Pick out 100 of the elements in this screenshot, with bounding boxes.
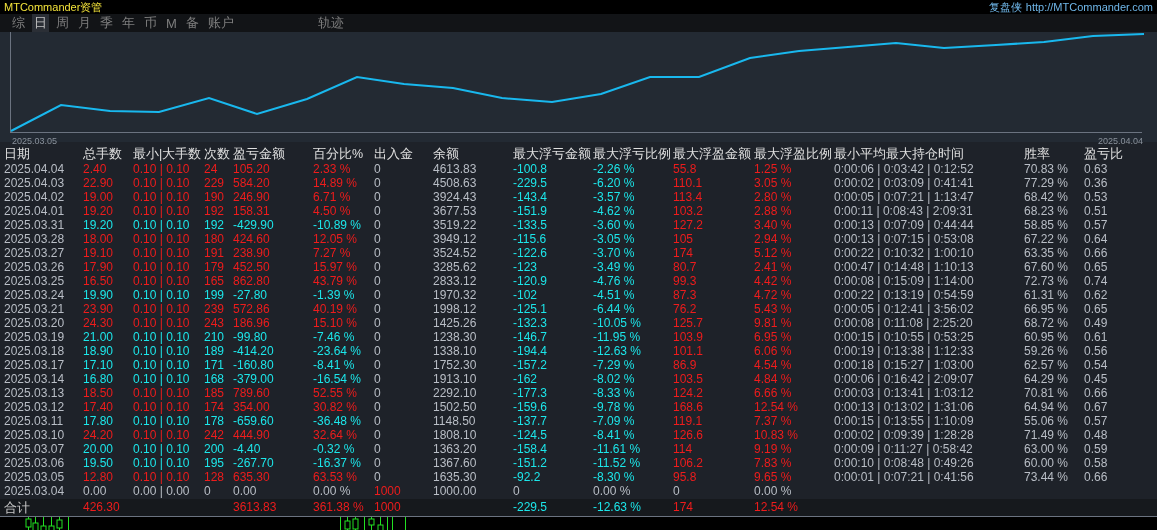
table-cell-text: 0.10 | 0.10 — [133, 260, 191, 274]
table-cell-text: 0.10 | 0.10 — [133, 274, 191, 288]
column-header: 次数 — [204, 146, 231, 162]
table-cell-text: 63.00 % — [1024, 442, 1070, 456]
website-link[interactable]: http://MTCommander.com — [1025, 0, 1153, 14]
period-tab[interactable]: 月 — [76, 14, 93, 32]
table-cell-text: 0.56 — [1084, 344, 1109, 358]
table-cell-text: -10.05 % — [593, 316, 643, 330]
table-cell-text: 0.10 | 0.10 — [133, 162, 191, 176]
period-tab[interactable]: 备 — [183, 14, 201, 32]
table-cell-text: 2.80 % — [754, 190, 793, 204]
table-cell-text: 2.41 % — [754, 260, 793, 274]
table-cell-text: 59.26 % — [1024, 344, 1070, 358]
table-cell-text: 179 — [204, 260, 226, 274]
table-cell-text: 0.00 % — [593, 484, 632, 498]
table-cell-text: 1635.30 — [433, 470, 478, 484]
table-cell-text: 0.10 | 0.10 — [133, 190, 191, 204]
table-cell-text: 0.10 | 0.10 — [133, 428, 191, 442]
table-cell-text: 106.2 — [673, 456, 705, 470]
table-cell-text: 4.54 % — [754, 358, 793, 372]
table-cell-text: 2025.04.04 — [4, 162, 66, 176]
table-cell-text: 101.1 — [673, 344, 705, 358]
table-cell-text: -3.60 % — [593, 218, 636, 232]
table-cell-text: 3519.22 — [433, 218, 478, 232]
table-cell-text: -157.2 — [513, 358, 549, 372]
table-cell-text: 67.22 % — [1024, 232, 1070, 246]
table-cell-text: 15.97 % — [313, 260, 359, 274]
column-header: 最大浮亏金额 — [513, 146, 592, 162]
table-cell-text: -6.44 % — [593, 302, 636, 316]
axis-end-date: 2025.04.04 — [1097, 136, 1143, 146]
table-cell-text: 99.3 — [673, 274, 698, 288]
table-cell-text: 61.31 % — [1024, 288, 1070, 302]
table-cell-text: 6.66 % — [754, 386, 793, 400]
table-cell-text: 0.10 | 0.10 — [133, 288, 191, 302]
table-cell-text: 1998.12 — [433, 302, 478, 316]
table-cell-text: -137.7 — [513, 414, 549, 428]
table-cell-text: 0.10 | 0.10 — [133, 456, 191, 470]
table-cell-text: -414.20 — [233, 344, 275, 358]
period-tab[interactable]: M — [164, 15, 179, 31]
table-cell-text: 19.50 — [83, 456, 115, 470]
table-cell-text: 3285.62 — [433, 260, 478, 274]
table-cell-text: 0.10 | 0.10 — [133, 358, 191, 372]
table-cell-text: -10.89 % — [313, 218, 363, 232]
table-cell-text: 0 — [374, 428, 382, 442]
table-cell-text: -6.20 % — [593, 176, 636, 190]
table-cell-text: 77.29 % — [1024, 176, 1070, 190]
table-cell-text: 62.57 % — [1024, 358, 1070, 372]
period-tab[interactable]: 年 — [120, 14, 137, 32]
table-cell-text: 635.30 — [233, 470, 271, 484]
table-cell-text: 0:00:11 | 0:08:43 | 2:09:31 — [834, 204, 974, 218]
table-cell-text: 2025.04.02 — [4, 190, 66, 204]
column-header: 百分比% — [313, 146, 365, 162]
table-cell-text: 0 — [374, 414, 382, 428]
table-cell-text: 4.72 % — [754, 288, 793, 302]
column-header: 总手数 — [83, 146, 123, 162]
table-cell-text: 0.10 | 0.10 — [133, 470, 191, 484]
table-cell-text: 58.85 % — [1024, 218, 1070, 232]
table-cell-text: 0.59 — [1084, 442, 1109, 456]
table-cell-text: 1970.32 — [433, 288, 478, 302]
table-cell-text: 3924.43 — [433, 190, 478, 204]
period-tab[interactable]: 季 — [98, 14, 115, 32]
table-cell-text: 67.60 % — [1024, 260, 1070, 274]
period-tab[interactable]: 日 — [32, 14, 49, 32]
table-cell-text: -194.4 — [513, 344, 549, 358]
table-cell-text: 60.00 % — [1024, 456, 1070, 470]
table-cell-text: 17.10 — [83, 358, 115, 372]
table-cell-text: 191 — [204, 246, 226, 260]
table-cell-text: -120.9 — [513, 274, 549, 288]
table-cell-text: 0.63 — [1084, 162, 1109, 176]
period-tab[interactable]: 周 — [54, 14, 71, 32]
table-cell-text: 72.73 % — [1024, 274, 1070, 288]
period-tab[interactable]: 综 — [10, 14, 27, 32]
table-cell-text: 64.94 % — [1024, 400, 1070, 414]
table-cell-text: 18.00 — [83, 232, 115, 246]
table-cell-text: -12.63 % — [593, 499, 643, 516]
table-cell-text: 361.38 % — [313, 499, 365, 516]
table-cell-text: 0.10 | 0.10 — [133, 218, 191, 232]
table-cell-text: 0.10 | 0.10 — [133, 330, 191, 344]
table-cell-text: 6.06 % — [754, 344, 793, 358]
table-cell-text: 444.90 — [233, 428, 271, 442]
table-cell-text: 0:00:08 | 0:11:08 | 2:25:20 — [834, 316, 974, 330]
table-cell-text: 6.71 % — [313, 190, 352, 204]
table-cell-text: -143.4 — [513, 190, 549, 204]
table-cell-text: 12.54 % — [754, 400, 800, 414]
table-cell-text: 18.90 — [83, 344, 115, 358]
table-cell-text: 3677.53 — [433, 204, 478, 218]
table-cell-text: 0:00:13 | 0:07:09 | 0:44:44 — [834, 218, 975, 232]
table-cell-text: 1000 — [374, 499, 402, 516]
track-tab[interactable]: 轨迹 — [315, 14, 346, 32]
table-cell-text: -151.2 — [513, 456, 549, 470]
table-cell-text: -4.40 — [233, 442, 262, 456]
table-cell-text: 2292.10 — [433, 386, 478, 400]
period-tab[interactable]: 币 — [142, 14, 159, 32]
table-cell-text: 9.65 % — [754, 470, 793, 484]
table-cell-text: 2025.03.27 — [4, 246, 66, 260]
table-cell-text: 9.19 % — [754, 442, 793, 456]
table-cell-text: 0:00:03 | 0:13:41 | 1:03:12 — [834, 386, 975, 400]
table-cell-text: 1752.30 — [433, 358, 478, 372]
period-tab[interactable]: 账户 — [205, 14, 236, 32]
table-cell-text: 0 — [374, 218, 382, 232]
